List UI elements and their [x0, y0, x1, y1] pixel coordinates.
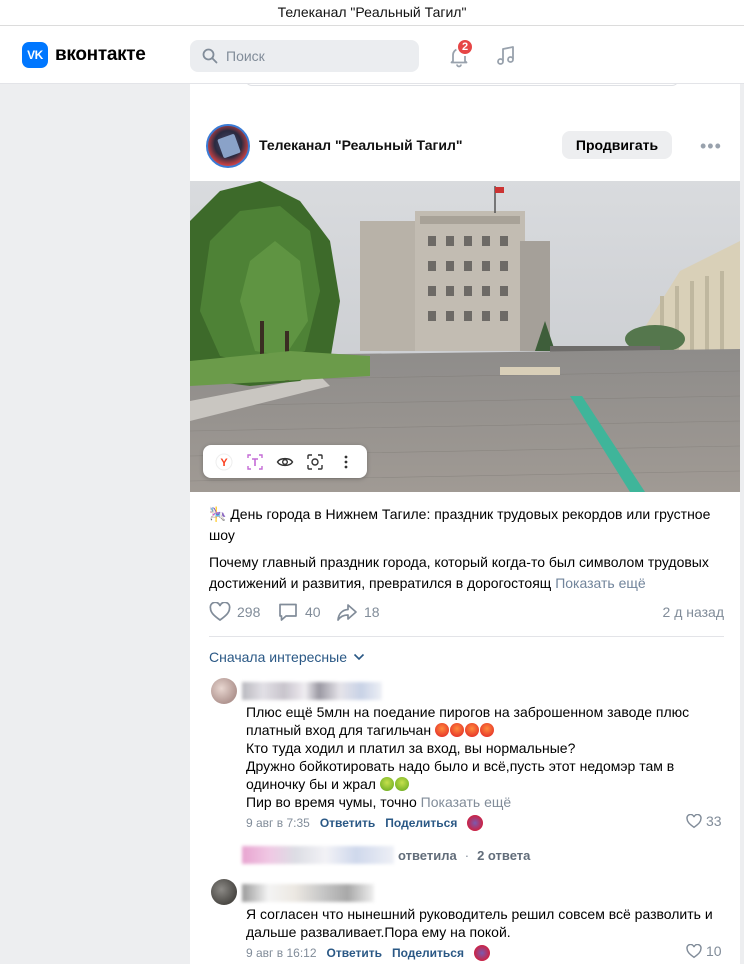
- heart-icon: [209, 602, 231, 622]
- comment-line: Дружно бойкотировать надо было и всё,пус…: [246, 758, 675, 774]
- comment-line: дальше разваливает.Пора ему на покой.: [246, 924, 511, 940]
- comment-meta: 9 авг в 16:12 Ответить Поделиться: [246, 945, 490, 961]
- liker-avatar: [474, 945, 490, 961]
- vk-logo-icon: VK: [22, 42, 48, 68]
- reply-button[interactable]: Ответить: [327, 946, 382, 960]
- svg-text:Y: Y: [221, 457, 229, 469]
- comment-text: Плюс ещё 5млн на поедание пирогов на заб…: [246, 703, 726, 811]
- commenter-name-blurred[interactable]: [242, 682, 382, 700]
- comment-line: Кто туда ходил и платил за вход, вы норм…: [246, 740, 576, 756]
- author-name[interactable]: Телеканал "Реальный Тагил": [259, 137, 463, 153]
- post-header: Телеканал "Реальный Тагил" Продвигать ••…: [190, 122, 740, 170]
- share-comment-button[interactable]: Поделиться: [392, 946, 464, 960]
- lens-search-icon[interactable]: [304, 451, 326, 473]
- search-icon: [202, 48, 218, 64]
- post-actions: 298 40 18 2 д назад: [209, 602, 724, 624]
- comment-line: Я согласен что нынешний руководитель реш…: [246, 906, 713, 922]
- comment-button[interactable]: 40: [277, 602, 321, 622]
- reply-button[interactable]: Ответить: [320, 816, 375, 830]
- comment-line: платный вход для тагильчан: [246, 721, 726, 739]
- vk-logo-text: вконтакте: [55, 44, 146, 65]
- comment-like-button[interactable]: 10: [686, 943, 722, 959]
- liker-avatar: [467, 815, 484, 831]
- comment-date[interactable]: 9 авг в 7:35: [246, 816, 310, 830]
- comment-like-count: 33: [706, 813, 722, 829]
- yandex-search-icon[interactable]: Y: [213, 451, 235, 473]
- comments-sort-dropdown[interactable]: Сначала интересные: [209, 649, 365, 665]
- replied-label: ответила: [398, 847, 457, 863]
- music-icon[interactable]: [494, 44, 518, 68]
- share-comment-button[interactable]: Поделиться: [385, 816, 457, 830]
- heart-icon: [686, 813, 702, 828]
- more-options-icon[interactable]: •••: [700, 136, 721, 156]
- share-button[interactable]: 18: [336, 602, 380, 622]
- replies-count[interactable]: 2 ответа: [477, 848, 530, 863]
- share-arrow-icon: [337, 604, 357, 621]
- commenter-name-blurred[interactable]: [242, 884, 374, 902]
- post-photo[interactable]: Y: [190, 181, 740, 492]
- comment-show-more-link[interactable]: Показать ещё: [421, 794, 512, 810]
- post-show-more-link[interactable]: Показать ещё: [555, 575, 646, 591]
- divider: [209, 636, 724, 637]
- separator-dot: ·: [464, 847, 470, 863]
- search-box[interactable]: [190, 40, 419, 72]
- comment-text: Я согласен что нынешний руководитель реш…: [246, 905, 726, 941]
- comment-icon: [279, 603, 297, 621]
- author-avatar[interactable]: [206, 124, 250, 168]
- post-title: 🎠 День города в Нижнем Тагиле: праздник …: [209, 506, 711, 543]
- sort-label: Сначала интересные: [209, 649, 347, 665]
- comment-line: Плюс ещё 5млн на поедание пирогов на заб…: [246, 704, 690, 720]
- promote-button[interactable]: Продвигать: [562, 131, 672, 159]
- post-card: Телеканал "Реальный Тагил" Продвигать ••…: [190, 84, 740, 964]
- comment-meta: 9 авг в 7:35 Ответить Поделиться: [246, 815, 484, 831]
- window-title: Телеканал "Реальный Тагил": [0, 0, 744, 26]
- notifications-badge: 2: [456, 38, 474, 56]
- eye-icon[interactable]: [274, 451, 296, 473]
- like-count: 298: [237, 604, 261, 620]
- top-header: VK вконтакте 2: [0, 26, 744, 84]
- comment-line: Пир во время чумы, точно Показать ещё: [246, 794, 512, 810]
- search-input[interactable]: [226, 48, 406, 64]
- share-count: 18: [364, 604, 380, 620]
- commenter-avatar[interactable]: [211, 678, 237, 704]
- commenter-avatar[interactable]: [211, 879, 237, 905]
- vk-logo[interactable]: VK вконтакте: [22, 42, 146, 68]
- heart-icon: [686, 943, 702, 958]
- replies-thread-row[interactable]: ответила · 2 ответа: [242, 845, 530, 865]
- comment-date[interactable]: 9 авг в 16:12: [246, 946, 317, 960]
- post-time[interactable]: 2 д назад: [663, 604, 724, 620]
- chevron-down-icon: [353, 653, 365, 661]
- previous-comment-input[interactable]: [245, 84, 679, 86]
- comment-like-button[interactable]: 33: [686, 813, 722, 829]
- toolbar-more-icon[interactable]: [335, 451, 357, 473]
- comment-like-count: 10: [706, 943, 722, 959]
- like-button[interactable]: 298: [209, 602, 260, 622]
- text-recognition-icon[interactable]: [244, 451, 266, 473]
- comment-count: 40: [305, 604, 321, 620]
- comment-line: одиночку бы и жрал: [246, 775, 726, 793]
- replier-names-blurred: [242, 846, 394, 864]
- image-toolbar: Y: [203, 445, 367, 478]
- post-text: Почему главный праздник города, который …: [209, 552, 724, 594]
